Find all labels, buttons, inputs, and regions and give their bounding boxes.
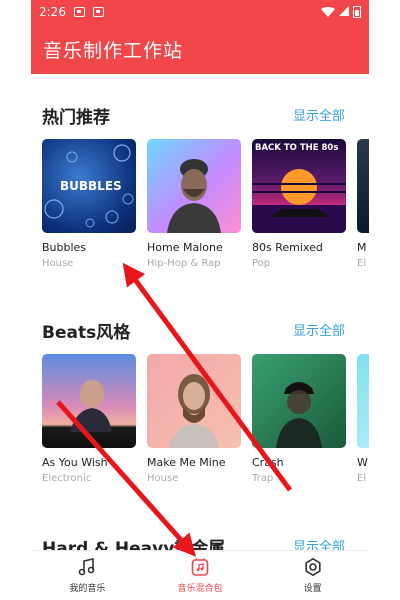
nav-label: 音乐混合包 [177, 584, 223, 594]
notification-icon [73, 7, 85, 17]
nav-music-pack[interactable]: 音乐混合包 [144, 551, 257, 600]
card-genre: Hip-Hop & Rap [147, 258, 221, 269]
phone-screen: 2:26 音乐制作工作站 热门推荐 显示全部 BUBBLES Bubbles H… [31, 0, 369, 600]
album-art: BACK TO THE 80s [252, 139, 346, 233]
card-title: W [357, 456, 368, 469]
card-bubbles[interactable]: BUBBLES Bubbles House [42, 139, 136, 269]
album-art: BUBBLES [42, 139, 136, 233]
nav-label: 设置 [303, 584, 322, 594]
battery-icon [353, 6, 361, 18]
section-title: Beats风格 [42, 323, 131, 343]
status-bar: 2:26 [31, 0, 369, 24]
show-all-button[interactable]: 显示全部 [293, 320, 345, 339]
wifi-icon [321, 7, 335, 17]
card-genre: Pop [252, 258, 271, 269]
card-genre: Electronic [42, 473, 92, 484]
music-note-icon [77, 557, 97, 577]
card-partial[interactable]: W El [357, 354, 369, 484]
show-all-button[interactable]: 显示全部 [293, 536, 345, 550]
card-crash[interactable]: Crash Trap [252, 354, 346, 484]
card-row: BUBBLES Bubbles House Home Malone Hip-Ho… [42, 139, 369, 269]
bottom-navigation: 我的音乐 音乐混合包 设置 [31, 550, 369, 600]
album-art [357, 139, 369, 233]
album-art [252, 354, 346, 448]
art-text: BUBBLES [60, 179, 122, 193]
card-title: Home Malone [147, 241, 223, 254]
card-title: M [357, 241, 367, 254]
card-genre: El [357, 258, 367, 269]
card-genre: House [42, 258, 74, 269]
section-header: 热门推荐 显示全部 [31, 99, 369, 129]
section-header: Beats风格 显示全部 [31, 314, 369, 344]
card-genre: House [147, 473, 179, 484]
section-hard-heavy: Hard & Heavy重金属 显示全部 [31, 530, 369, 550]
nav-my-music[interactable]: 我的音乐 [31, 551, 144, 600]
app-title: 音乐制作工作站 [43, 39, 184, 62]
status-time: 2:26 [39, 5, 66, 19]
screen: 2:26 音乐制作工作站 热门推荐 显示全部 BUBBLES Bubbles H… [0, 0, 400, 600]
section-header: Hard & Heavy重金属 显示全部 [31, 530, 369, 550]
card-title: Make Me Mine [147, 456, 226, 469]
card-title: As You Wish [42, 456, 108, 469]
section-title: Hard & Heavy重金属 [42, 539, 226, 550]
album-art [147, 139, 241, 233]
card-genre: Trap [252, 473, 274, 484]
card-title: Bubbles [42, 241, 87, 254]
art-text: BACK TO THE 80s [255, 143, 339, 153]
card-80s-remixed[interactable]: BACK TO THE 80s 80s Remixed Pop [252, 139, 346, 269]
album-art [357, 354, 369, 448]
card-partial[interactable]: M El [357, 139, 369, 269]
show-all-button[interactable]: 显示全部 [293, 105, 345, 124]
card-as-you-wish[interactable]: As You Wish Electronic [42, 354, 136, 484]
album-art [147, 354, 241, 448]
gear-icon [303, 557, 323, 577]
section-title: 热门推荐 [42, 108, 110, 128]
image-notification-icon [92, 7, 104, 17]
nav-label: 我的音乐 [69, 584, 106, 594]
card-genre: El [357, 473, 367, 484]
card-title: Crash [252, 456, 284, 469]
card-title: 80s Remixed [252, 241, 323, 254]
main-content[interactable]: 热门推荐 显示全部 BUBBLES Bubbles House Home Mal… [31, 74, 369, 550]
signal-icon [339, 5, 349, 19]
card-make-me-mine[interactable]: Make Me Mine House [147, 354, 241, 484]
card-home-malone[interactable]: Home Malone Hip-Hop & Rap [147, 139, 241, 269]
card-row: As You Wish Electronic Make Me Mine Hous… [42, 354, 369, 484]
app-bar: 音乐制作工作站 [31, 24, 369, 74]
nav-settings[interactable]: 设置 [256, 551, 369, 600]
album-art [42, 354, 136, 448]
music-pack-icon [190, 557, 210, 577]
section-hot: 热门推荐 显示全部 BUBBLES Bubbles House Home Mal… [31, 99, 369, 289]
section-beats: Beats风格 显示全部 As You Wish Electronic Make… [31, 314, 369, 504]
